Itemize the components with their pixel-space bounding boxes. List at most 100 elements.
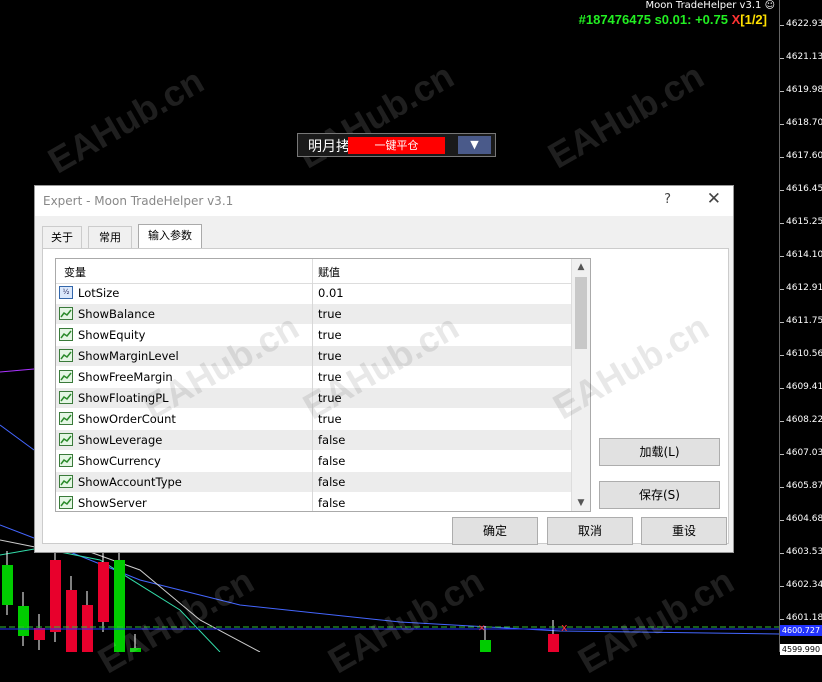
candle-body — [480, 640, 491, 652]
cancel-button[interactable]: 取消 — [547, 517, 633, 545]
parameter-value[interactable]: true — [318, 391, 342, 405]
candle-body — [114, 560, 125, 652]
close-order-button[interactable]: X — [732, 12, 741, 27]
parameter-value[interactable]: false — [318, 475, 345, 489]
parameter-row[interactable]: ShowMarginLevel true — [56, 346, 572, 367]
close-all-button[interactable]: 一键平仓 — [348, 137, 445, 154]
price-axis: 4622.935 4621.135 4619.980 4618.705 4617.600… — [779, 0, 822, 655]
save-button[interactable]: 保存(S) — [599, 481, 720, 509]
boolean-param-icon — [59, 433, 73, 446]
close-icon[interactable]: ✕ — [707, 189, 721, 209]
ma-line-blue — [0, 424, 35, 451]
boolean-param-icon — [59, 496, 73, 509]
parameter-name: ShowBalance — [78, 307, 155, 321]
ea-title-text: Moon TradeHelper v3.1 — [645, 0, 762, 11]
parameter-name: ShowServer — [78, 496, 147, 510]
parameter-value[interactable]: true — [318, 328, 342, 342]
parameter-name: ShowCurrency — [78, 454, 161, 468]
price-tick-label: 4609.410 — [786, 382, 822, 392]
load-button[interactable]: 加载(L) — [599, 438, 720, 466]
price-axis-mark — [780, 388, 784, 389]
reset-button[interactable]: 重设 — [641, 517, 727, 545]
parameter-row[interactable]: ½ LotSize 0.01 — [56, 283, 572, 304]
ticket-number: #187476475 — [578, 12, 651, 27]
parameter-value[interactable]: true — [318, 349, 342, 363]
price-axis-mark — [780, 25, 784, 26]
parameter-row[interactable]: ShowOrderCount true — [56, 409, 572, 430]
column-variable[interactable]: 变量 — [64, 264, 86, 280]
tab-common[interactable]: 常用 — [88, 226, 132, 248]
candlesticks — [2, 546, 559, 652]
tab-about[interactable]: 关于 — [42, 226, 82, 248]
parameter-row[interactable]: ShowLeverage false — [56, 430, 572, 451]
parameter-value[interactable]: false — [318, 454, 345, 468]
parameter-row[interactable]: ShowFreeMargin true — [56, 367, 572, 388]
candle-body — [130, 648, 141, 652]
price-axis-mark — [780, 553, 784, 554]
candle-body — [34, 628, 45, 640]
parameter-row[interactable]: ShowAccountType false — [56, 472, 572, 493]
price-axis-mark — [780, 157, 784, 158]
price-tick-label: 4619.980 — [786, 85, 822, 95]
candle-body — [66, 590, 77, 652]
page-indicator[interactable]: [1/2] — [740, 12, 767, 27]
bottom-price-tag: 4599.990 — [780, 644, 822, 655]
numeric-param-icon: ½ — [59, 286, 73, 299]
inputs-panel: 变量 赋值 ½ LotSize 0.01 ShowBalance true ShowEqu… — [42, 248, 729, 545]
ea-toolbar: 明月拷 一键平仓 ▼ — [297, 133, 496, 157]
ok-button[interactable]: 确定 — [452, 517, 538, 545]
price-axis-mark — [780, 256, 784, 257]
scroll-down-arrow-icon[interactable]: ▼ — [572, 495, 590, 511]
parameter-name: ShowMarginLevel — [78, 349, 179, 363]
parameter-name: ShowFreeMargin — [78, 370, 173, 384]
trade-close-marker-icon: x — [561, 621, 568, 634]
price-axis-mark — [780, 619, 784, 620]
price-axis-mark — [780, 586, 784, 587]
parameter-name: ShowAccountType — [78, 475, 182, 489]
price-tick-label: 4604.685 — [786, 514, 822, 524]
price-tick-label: 4605.875 — [786, 481, 822, 491]
price-axis-mark — [780, 520, 784, 521]
boolean-param-icon — [59, 328, 73, 341]
candle-body — [98, 562, 109, 622]
boolean-param-icon — [59, 370, 73, 383]
price-tick-label: 4612.910 — [786, 283, 822, 293]
parameter-row[interactable]: ShowCurrency false — [56, 451, 572, 472]
parameter-row[interactable]: ShowServer false — [56, 493, 572, 511]
parameters-grid: 变量 赋值 ½ LotSize 0.01 ShowBalance true ShowEqu… — [55, 258, 591, 512]
parameter-value[interactable]: false — [318, 433, 345, 447]
parameter-name: ShowLeverage — [78, 433, 163, 447]
parameter-name: LotSize — [78, 286, 120, 300]
dropdown-button[interactable]: ▼ — [458, 136, 491, 154]
parameter-row[interactable]: ShowBalance true — [56, 304, 572, 325]
profit-value: +0.75 — [695, 12, 728, 27]
price-axis-mark — [780, 421, 784, 422]
boolean-param-icon — [59, 349, 73, 362]
parameter-value[interactable]: true — [318, 412, 342, 426]
price-axis-mark — [780, 124, 784, 125]
parameter-value[interactable]: false — [318, 496, 345, 510]
price-axis-mark — [780, 223, 784, 224]
price-tick-label: 4617.600 — [786, 151, 822, 161]
scroll-up-arrow-icon[interactable]: ▲ — [572, 259, 590, 275]
price-axis-mark — [780, 91, 784, 92]
parameter-name: ShowFloatingPL — [78, 391, 169, 405]
grid-scrollbar[interactable]: ▲ ▼ — [571, 259, 590, 511]
help-icon[interactable]: ? — [664, 192, 671, 207]
column-value[interactable]: 赋值 — [318, 264, 340, 280]
parameter-row[interactable]: ShowEquity true — [56, 325, 572, 346]
scroll-thumb[interactable] — [575, 277, 587, 349]
parameter-value[interactable]: true — [318, 307, 342, 321]
price-tick-label: 4610.565 — [786, 349, 822, 359]
boolean-param-icon — [59, 307, 73, 320]
candle-body — [50, 560, 61, 632]
price-tick-label: 4603.530 — [786, 547, 822, 557]
parameter-value[interactable]: 0.01 — [318, 286, 344, 300]
price-axis-mark — [780, 487, 784, 488]
price-axis-mark — [780, 355, 784, 356]
candle-body — [548, 634, 559, 652]
boolean-param-icon — [59, 391, 73, 404]
parameter-value[interactable]: true — [318, 370, 342, 384]
parameter-row[interactable]: ShowFloatingPL true — [56, 388, 572, 409]
tab-inputs[interactable]: 输入参数 — [138, 224, 202, 249]
